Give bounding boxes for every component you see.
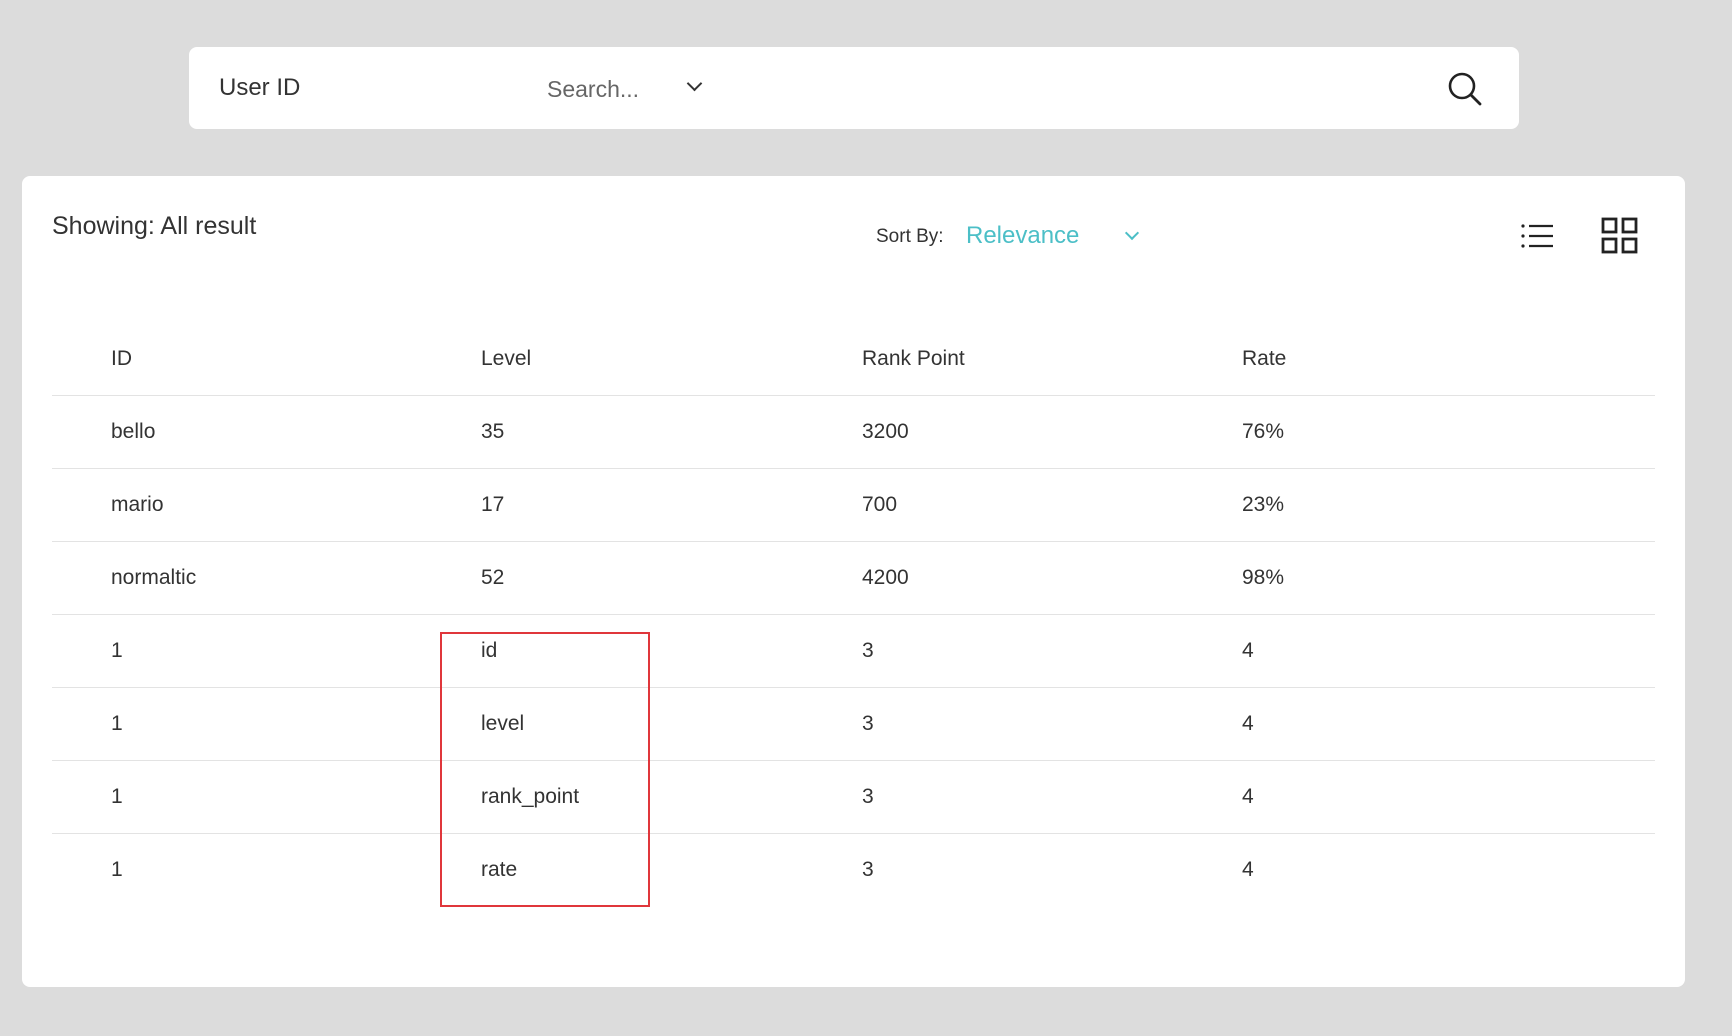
cell-rate: 4 — [1242, 639, 1254, 662]
list-view-icon[interactable] — [1520, 218, 1556, 254]
table-header-row: ID Level Rank Point Rate — [52, 322, 1655, 396]
search-field-select[interactable]: User ID — [219, 47, 703, 129]
cell-id: normaltic — [111, 566, 197, 589]
column-header-rate[interactable]: Rate — [1192, 347, 1655, 371]
cell-level: 52 — [481, 566, 505, 589]
table-row[interactable]: 1 level 3 4 — [52, 688, 1655, 761]
table-row[interactable]: mario 17 700 23% — [52, 469, 1655, 542]
cell-rate: 76% — [1242, 420, 1285, 443]
column-header-level[interactable]: Level — [432, 347, 812, 371]
sort-by-label: Sort By: — [876, 226, 944, 247]
cell-id: 1 — [111, 858, 123, 881]
results-card: Showing: All result Sort By: Relevance I… — [22, 176, 1685, 987]
cell-rate: 4 — [1242, 858, 1254, 881]
cell-rate: 98% — [1242, 566, 1285, 589]
table-row[interactable]: bello 35 3200 76% — [52, 396, 1655, 469]
grid-view-icon[interactable] — [1600, 216, 1640, 256]
cell-level: rate — [481, 858, 518, 881]
cell-level: rank_point — [481, 785, 580, 808]
results-table: ID Level Rank Point Rate bello 35 3200 7… — [52, 322, 1655, 906]
column-header-rank-point[interactable]: Rank Point — [812, 347, 1192, 371]
search-icon[interactable] — [1445, 69, 1485, 109]
table-row[interactable]: normaltic 52 4200 98% — [52, 542, 1655, 615]
cell-id: 1 — [111, 639, 123, 662]
sort-select[interactable]: Relevance — [966, 222, 1079, 250]
cell-rank-point: 3 — [862, 858, 874, 881]
cell-id: 1 — [111, 712, 123, 735]
table-row[interactable]: 1 rate 3 4 — [52, 834, 1655, 906]
cell-rank-point: 3200 — [862, 420, 909, 443]
cell-level: 17 — [481, 493, 505, 516]
cell-id: mario — [111, 493, 164, 516]
table-row[interactable]: 1 id 3 4 — [52, 615, 1655, 688]
cell-id: bello — [111, 420, 156, 443]
search-bar: User ID — [189, 47, 1519, 129]
table-row[interactable]: 1 rank_point 3 4 — [52, 761, 1655, 834]
cell-id: 1 — [111, 785, 123, 808]
search-field-label: User ID — [219, 74, 301, 101]
cell-level: id — [481, 639, 498, 662]
cell-rank-point: 4200 — [862, 566, 909, 589]
cell-rate: 23% — [1242, 493, 1285, 516]
cell-rate: 4 — [1242, 785, 1254, 808]
cell-level: 35 — [481, 420, 505, 443]
cell-level: level — [481, 712, 525, 735]
chevron-down-icon[interactable] — [1124, 225, 1140, 241]
cell-rank-point: 3 — [862, 785, 874, 808]
cell-rank-point: 3 — [862, 712, 874, 735]
cell-rank-point: 3 — [862, 639, 874, 662]
cell-rate: 4 — [1242, 712, 1254, 735]
showing-label: Showing: All result — [52, 212, 257, 240]
column-header-id[interactable]: ID — [52, 347, 432, 371]
cell-rank-point: 700 — [862, 493, 898, 516]
search-input[interactable] — [545, 68, 1369, 110]
